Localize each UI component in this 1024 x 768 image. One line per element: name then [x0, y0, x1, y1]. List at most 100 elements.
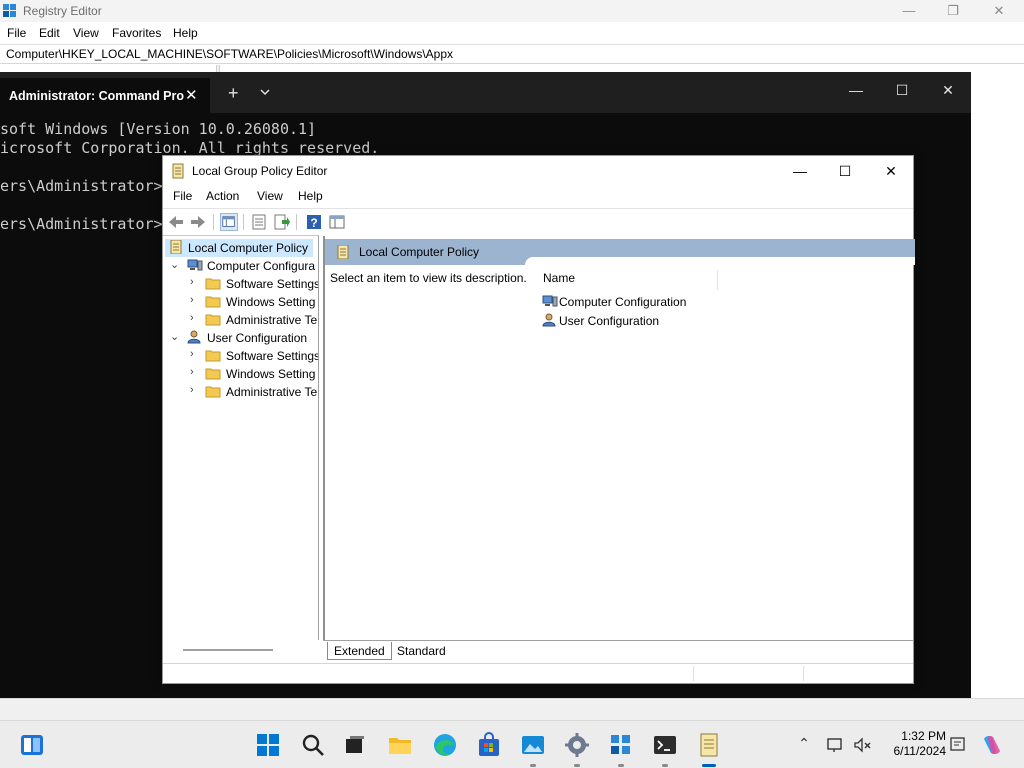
list-item-computer-configuration[interactable]: Computer Configuration	[542, 293, 702, 311]
tab-dropdown-chevron-icon[interactable]	[259, 86, 271, 98]
network-icon[interactable]	[826, 735, 846, 755]
help-icon[interactable]: ?	[305, 213, 323, 231]
collapsed-chevron-icon[interactable]: ›	[190, 366, 200, 380]
tree-node-computer-configuration[interactable]: ⌄ Computer Configura	[163, 257, 318, 275]
registry-editor-icon[interactable]	[608, 732, 634, 758]
registry-address-bar[interactable]: Computer\HKEY_LOCAL_MACHINE\SOFTWARE\Pol…	[0, 44, 1024, 64]
gpedit-title-bar[interactable]: Local Group Policy Editor — ☐ ✕	[163, 156, 913, 186]
tab-extended[interactable]: Extended	[327, 642, 392, 660]
search-icon[interactable]	[300, 732, 326, 758]
collapsed-chevron-icon[interactable]: ›	[190, 312, 200, 326]
details-pane[interactable]: Local Computer Policy Select an item to …	[323, 236, 915, 662]
registry-close-button[interactable]: ✕	[976, 2, 1022, 20]
gpedit-maximize-button[interactable]: ☐	[822, 160, 868, 182]
console-tree[interactable]: Local Computer Policy ⌄ Computer Configu…	[163, 235, 319, 662]
active-indicator	[702, 764, 716, 767]
tree-horizontal-scrollbar[interactable]	[163, 640, 319, 662]
tree-node-user-configuration[interactable]: ⌄ User Configuration	[163, 329, 318, 347]
svg-text:?: ?	[310, 216, 317, 230]
new-tab-button[interactable]: +	[228, 83, 239, 104]
properties-list-icon[interactable]	[250, 213, 268, 231]
settings-icon[interactable]	[564, 732, 590, 758]
registry-menu-edit[interactable]: Edit	[39, 26, 60, 40]
toolbar-separator	[213, 214, 214, 230]
task-view-icon[interactable]	[342, 732, 368, 758]
show-hide-console-tree-icon[interactable]	[220, 213, 238, 231]
group-policy-icon[interactable]	[696, 732, 722, 758]
terminal-tab[interactable]: Administrator: Command Pro ✕	[0, 78, 210, 113]
status-separator	[803, 666, 804, 681]
export-list-icon[interactable]	[273, 213, 291, 231]
copilot-icon[interactable]	[980, 733, 1004, 757]
column-header-name[interactable]: Name	[542, 270, 718, 290]
volume-muted-icon[interactable]	[852, 735, 872, 755]
computer-configuration-icon	[187, 259, 203, 271]
scrollbar-thumb[interactable]	[183, 649, 273, 651]
tree-node-computer-software-settings[interactable]: › Software Settings	[163, 275, 319, 293]
computer-configuration-icon	[542, 295, 558, 307]
tree-label: Windows Setting	[226, 295, 316, 309]
policy-document-icon	[337, 245, 349, 259]
terminal-close-button[interactable]: ✕	[935, 82, 961, 102]
tree-node-user-software-settings[interactable]: › Software Settings	[163, 347, 318, 365]
collapsed-chevron-icon[interactable]: ›	[190, 384, 200, 398]
forward-arrow-icon[interactable]	[189, 213, 207, 231]
gpedit-close-button[interactable]: ✕	[868, 160, 914, 182]
group-policy-editor-window: Local Group Policy Editor — ☐ ✕ File Act…	[162, 155, 915, 684]
details-pane-title: Local Computer Policy	[359, 245, 480, 259]
registry-menu-view[interactable]: View	[73, 26, 99, 40]
terminal-tab-strip[interactable]: Administrator: Command Pro ✕ + — ☐ ✕	[0, 72, 971, 113]
description-text: Select an item to view its description.	[330, 271, 527, 285]
collapsed-chevron-icon[interactable]: ›	[190, 294, 200, 308]
terminal-maximize-button[interactable]: ☐	[889, 82, 915, 102]
registry-menu-file[interactable]: File	[7, 26, 26, 40]
clock-time: 1:32 PM	[901, 729, 946, 743]
status-separator	[693, 666, 694, 681]
edge-icon[interactable]	[432, 732, 458, 758]
filter-view-icon[interactable]	[328, 213, 346, 231]
terminal-tab-close-icon[interactable]: ✕	[185, 86, 198, 104]
list-item-user-configuration[interactable]: User Configuration	[542, 312, 702, 330]
gpedit-title: Local Group Policy Editor	[192, 164, 328, 178]
store-icon[interactable]	[476, 732, 502, 758]
tab-standard[interactable]: Standard	[391, 642, 452, 660]
console-line: soft Windows [Version 10.0.26080.1]	[0, 120, 317, 138]
start-icon[interactable]	[255, 732, 281, 758]
list-item-label: User Configuration	[559, 314, 660, 328]
gpedit-minimize-button[interactable]: —	[777, 160, 823, 182]
gpedit-menu-help[interactable]: Help	[298, 189, 323, 203]
collapsed-chevron-icon[interactable]: ›	[190, 276, 200, 290]
registry-editor-icon	[3, 4, 16, 17]
gpedit-menu-view[interactable]: View	[257, 189, 283, 203]
widgets-icon[interactable]	[19, 732, 45, 758]
back-arrow-icon[interactable]	[167, 213, 185, 231]
file-explorer-icon[interactable]	[387, 732, 413, 758]
tree-node-user-administrative-templates[interactable]: › Administrative Te	[163, 383, 318, 401]
registry-maximize-button[interactable]: ❐	[930, 2, 976, 20]
expanded-chevron-icon[interactable]: ⌄	[170, 258, 180, 272]
notifications-icon[interactable]	[948, 735, 968, 755]
tree-label: Software Settings	[226, 277, 319, 291]
details-pane-header: Local Computer Policy	[325, 239, 915, 265]
registry-minimize-button[interactable]: —	[886, 2, 932, 20]
tree-node-computer-administrative-templates[interactable]: › Administrative Te	[163, 311, 318, 329]
folder-icon	[205, 368, 221, 380]
expanded-chevron-icon[interactable]: ⌄	[170, 330, 180, 344]
system-clock[interactable]: 1:32 PM 6/11/2024	[880, 729, 947, 759]
folder-icon	[205, 278, 221, 290]
tree-node-user-windows-settings[interactable]: › Windows Setting	[163, 365, 318, 383]
running-indicator	[574, 764, 580, 767]
collapsed-chevron-icon[interactable]: ›	[190, 348, 200, 362]
photos-icon[interactable]	[520, 732, 546, 758]
tree-node-computer-windows-settings[interactable]: › Windows Setting	[163, 293, 318, 311]
console-line: ers\Administrator>	[0, 215, 163, 233]
registry-menu-help[interactable]: Help	[173, 26, 198, 40]
registry-title-bar[interactable]: Registry Editor — ❐ ✕	[0, 0, 1024, 22]
tree-node-local-computer-policy[interactable]: Local Computer Policy	[165, 239, 313, 257]
terminal-icon[interactable]	[652, 732, 678, 758]
show-hidden-icons-chevron-icon[interactable]: ⌃	[794, 735, 814, 755]
terminal-minimize-button[interactable]: —	[843, 82, 869, 102]
registry-menu-favorites[interactable]: Favorites	[112, 26, 161, 40]
gpedit-menu-file[interactable]: File	[173, 189, 192, 203]
gpedit-menu-action[interactable]: Action	[206, 189, 239, 203]
